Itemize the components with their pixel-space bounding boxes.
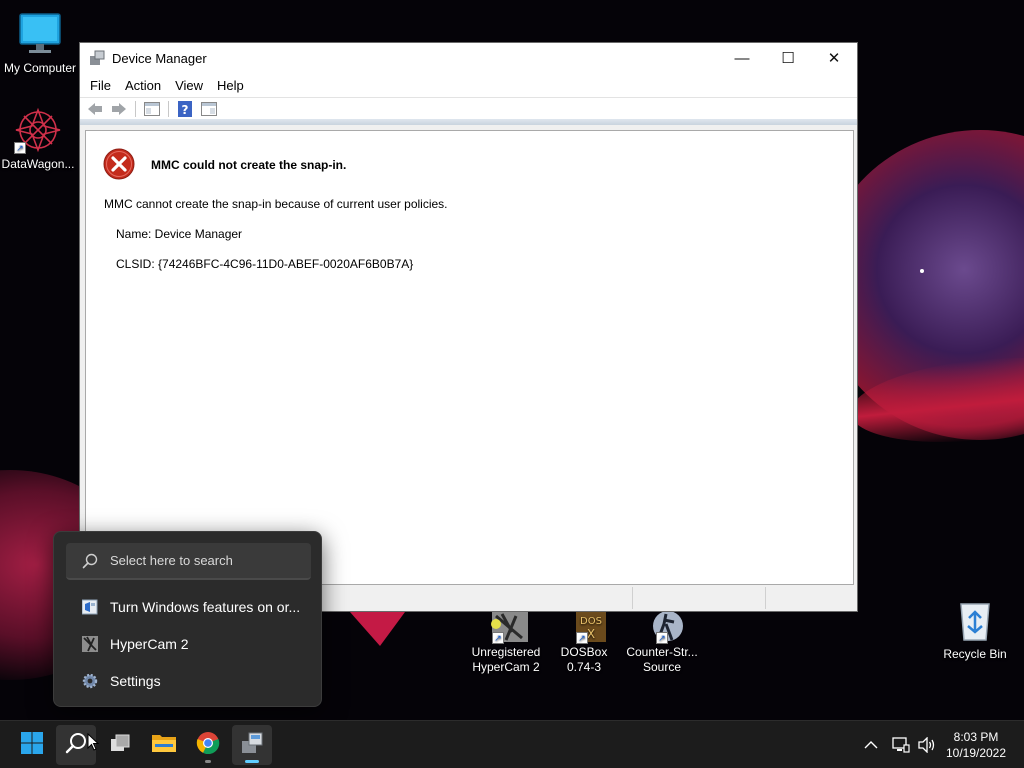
snap-in-clsid: CLSID: {74246BFC-4C96-11D0-ABEF-0020AF6B… — [116, 257, 414, 271]
system-tray — [860, 721, 940, 768]
error-message: MMC cannot create the snap-in because of… — [104, 197, 448, 211]
menu-help[interactable]: Help — [211, 76, 250, 95]
desktop-icon-label: Recycle Bin — [943, 647, 1007, 661]
running-indicator — [205, 760, 211, 763]
error-title: MMC could not create the snap-in. — [151, 158, 347, 172]
menu-action[interactable]: Action — [119, 76, 167, 95]
wallpaper-dot — [920, 269, 924, 273]
status-cell — [633, 587, 766, 609]
flyout-item-hypercam[interactable]: HyperCam 2 — [66, 629, 311, 659]
clock-time: 8:03 PM — [953, 730, 999, 744]
search-icon — [82, 553, 98, 569]
desktop-icon-dosbox[interactable]: DOS X ↗ DOSBox 0.74-3 — [544, 612, 624, 675]
menu-file[interactable]: File — [84, 76, 117, 95]
desktop-icon-label: My Computer — [3, 61, 77, 75]
show-action-pane-icon[interactable] — [198, 99, 220, 119]
file-explorer-button[interactable] — [144, 725, 184, 765]
shortcut-arrow-icon: ↗ — [492, 632, 504, 644]
desktop-icon-label: Counter-Str... Source — [626, 645, 698, 674]
shortcut-arrow-icon: ↗ — [576, 632, 588, 644]
desktop-icon-label: DataWagon... — [1, 157, 75, 171]
start-icon — [20, 731, 44, 760]
task-view-button[interactable] — [100, 725, 140, 765]
toolbar-separator — [135, 100, 136, 117]
menu-bar: File Action View Help — [80, 73, 857, 97]
taskbar: 8:03 PM 10/19/2022 — [0, 720, 1024, 768]
window-title: Device Manager — [112, 50, 207, 66]
menu-view[interactable]: View — [169, 76, 209, 95]
minimize-button[interactable]: — — [719, 43, 765, 73]
title-bar[interactable]: Device Manager — ☐ ✕ — [80, 43, 857, 73]
show-hide-console-tree-icon[interactable] — [141, 99, 163, 119]
shortcut-arrow-icon: ↗ — [656, 632, 668, 644]
file-explorer-icon — [151, 732, 177, 759]
flyout-item-label: Turn Windows features on or... — [110, 599, 301, 615]
chrome-icon — [196, 731, 220, 760]
active-indicator — [245, 760, 259, 763]
gear-icon — [82, 673, 98, 689]
flyout-item-label: Settings — [110, 673, 161, 689]
error-icon — [103, 148, 135, 180]
volume-icon[interactable] — [914, 737, 940, 753]
desktop-icon-my-computer[interactable]: My Computer — [0, 10, 80, 76]
task-view-icon — [108, 731, 132, 760]
hypercam-icon: ↗ — [482, 612, 530, 644]
search-placeholder: Select here to search — [110, 553, 233, 568]
counter-strike-icon: ↗ — [638, 611, 686, 644]
toolbar: ? — [80, 97, 857, 119]
datawagon-icon: ↗ — [14, 106, 62, 154]
svg-text:DOS: DOS — [580, 616, 602, 627]
svg-text:?: ? — [182, 103, 189, 117]
toolbar-divider — [80, 119, 857, 125]
help-icon[interactable]: ? — [174, 99, 196, 119]
flyout-item-windows-features[interactable]: Turn Windows features on or... — [66, 592, 311, 622]
dosbox-icon: DOS X ↗ — [560, 612, 608, 644]
desktop-icon-hypercam[interactable]: ↗ Unregistered HyperCam 2 — [466, 612, 546, 675]
forward-icon[interactable] — [108, 99, 130, 119]
snap-in-name: Name: Device Manager — [116, 227, 243, 241]
search-flyout: Select here to search Turn Windows featu… — [53, 531, 322, 707]
desktop-icon-counter-strike[interactable]: ↗ Counter-Str... Source — [622, 611, 702, 675]
hypercam-icon — [82, 636, 98, 652]
clock[interactable]: 8:03 PM 10/19/2022 — [940, 729, 1012, 761]
clock-date: 10/19/2022 — [945, 746, 1007, 760]
mouse-cursor-icon — [87, 732, 100, 751]
device-manager-icon — [240, 731, 264, 760]
status-cell — [766, 587, 854, 609]
windows-features-icon — [82, 599, 98, 615]
device-manager-window: Device Manager — ☐ ✕ File Action View He… — [79, 42, 858, 612]
flyout-item-label: HyperCam 2 — [110, 636, 189, 652]
recycle-bin-icon — [951, 596, 999, 644]
back-icon[interactable] — [84, 99, 106, 119]
monitor-icon — [16, 10, 64, 58]
chrome-button[interactable] — [188, 725, 228, 765]
shortcut-arrow-icon: ↗ — [14, 142, 26, 154]
network-icon[interactable] — [888, 737, 914, 753]
desktop-icon-label: DOSBox 0.74-3 — [560, 645, 608, 674]
device-manager-taskbar-button[interactable] — [232, 725, 272, 765]
maximize-button[interactable]: ☐ — [765, 43, 811, 73]
toolbar-separator — [168, 100, 169, 117]
snap-in-error-pane: MMC could not create the snap-in. MMC ca… — [85, 130, 854, 585]
desktop-icon-label: Unregistered HyperCam 2 — [471, 645, 541, 674]
start-button[interactable] — [12, 725, 52, 765]
desktop-icon-recycle-bin[interactable]: Recycle Bin — [935, 596, 1015, 662]
search-icon — [64, 731, 88, 760]
wallpaper-shard — [350, 612, 405, 646]
close-button[interactable]: ✕ — [811, 43, 857, 73]
chevron-up-icon[interactable] — [860, 740, 882, 750]
svg-text:X: X — [587, 627, 595, 641]
search-input[interactable]: Select here to search — [66, 543, 311, 580]
device-manager-icon — [89, 50, 105, 66]
desktop-icon-datawagon[interactable]: ↗ DataWagon... — [0, 106, 78, 172]
flyout-item-settings[interactable]: Settings — [66, 666, 311, 696]
